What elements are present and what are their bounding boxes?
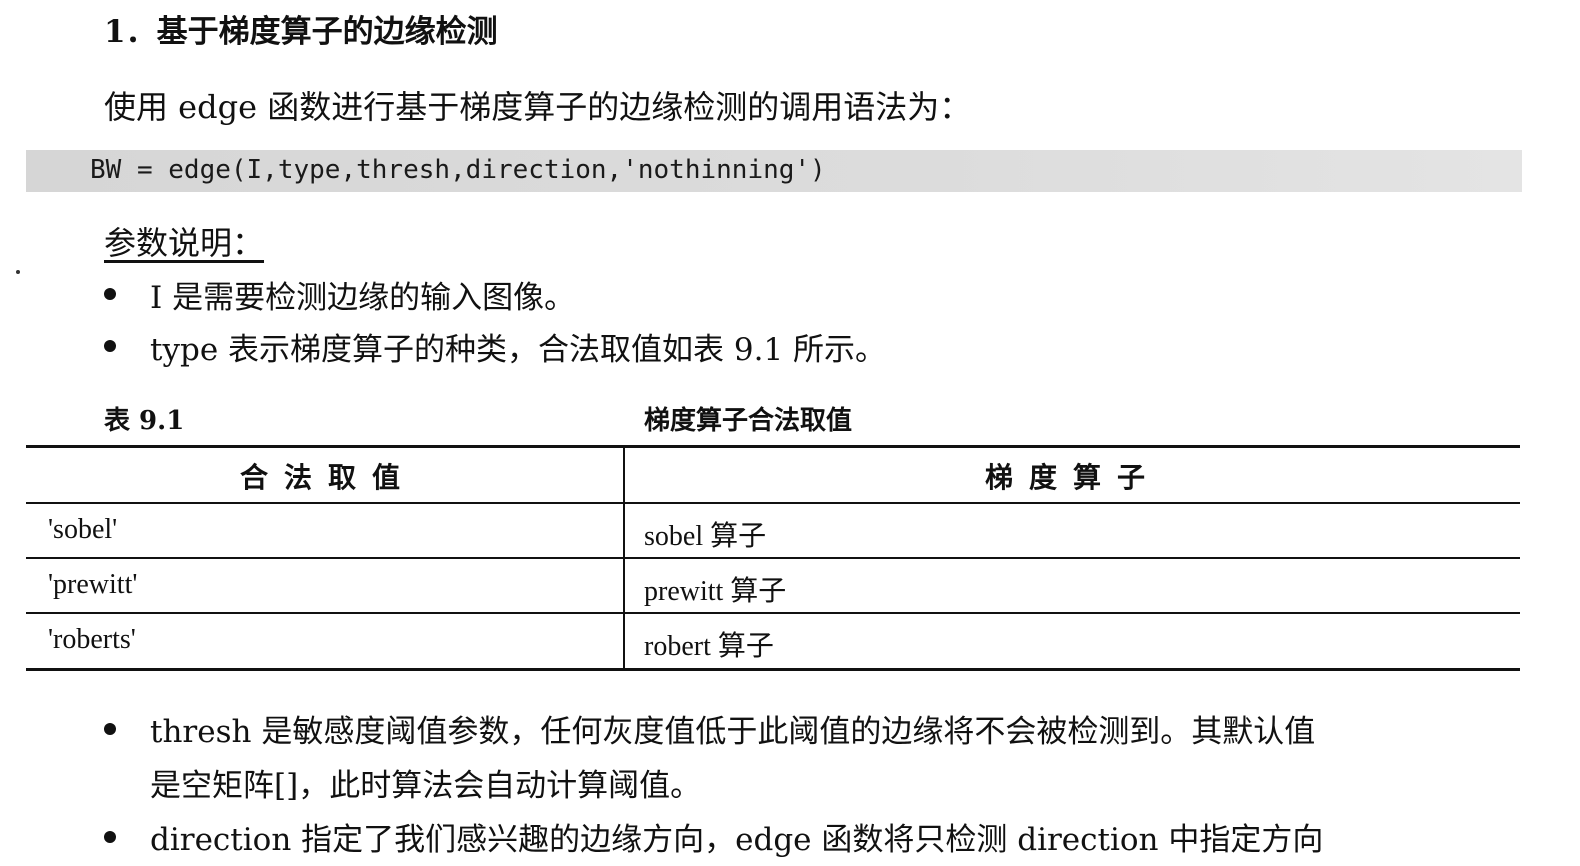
table-caption-number: 表 9.1 xyxy=(104,406,185,436)
bullet-dot xyxy=(104,340,116,352)
table-cell-value: 'prewitt' xyxy=(48,569,138,600)
table-cell-operator: sobel 算子 xyxy=(644,521,767,552)
table-row-rule xyxy=(26,612,1520,614)
table-cell-value: 'sobel' xyxy=(48,514,118,545)
bullet-thresh-line2: 是空矩阵[]，此时算法会自动计算阈值。 xyxy=(150,768,702,804)
bullet-direction-line1: direction 指定了我们感兴趣的边缘方向，edge 函数将只检测 dire… xyxy=(150,822,1324,858)
table-header-legal-values: 合法取值 xyxy=(240,461,417,494)
table-cell-operator: prewitt 算子 xyxy=(644,576,787,607)
scan-speck xyxy=(16,270,20,274)
bullet-type: type 表示梯度算子的种类，合法取值如表 9.1 所示。 xyxy=(150,332,887,368)
section-title: 1．基于梯度算子的边缘检测 xyxy=(104,14,498,50)
bullet-input-image: I 是需要检测边缘的输入图像。 xyxy=(150,280,576,316)
table-cell-operator: robert 算子 xyxy=(644,631,774,662)
table-header-rule xyxy=(26,502,1520,504)
code-syntax-line: BW = edge(I,type,thresh,direction,'nothi… xyxy=(90,155,826,185)
table-cell-value: 'roberts' xyxy=(48,624,136,655)
intro-paragraph: 使用 edge 函数进行基于梯度算子的边缘检测的调用语法为： xyxy=(104,88,972,126)
table-bottom-rule xyxy=(26,668,1520,671)
table-caption-title: 梯度算子合法取值 xyxy=(644,406,853,436)
table-top-rule xyxy=(26,445,1520,448)
bullet-thresh-line1: thresh 是敏感度阈值参数，任何灰度值低于此阈值的边缘将不会被检测到。其默认… xyxy=(150,714,1316,750)
parameters-heading: 参数说明： xyxy=(104,224,265,262)
table-row-rule xyxy=(26,557,1520,559)
bullet-dot xyxy=(104,288,116,300)
bullet-dot xyxy=(104,723,116,735)
bullet-dot xyxy=(104,831,116,843)
table-header-operator: 梯度算子 xyxy=(985,461,1162,494)
table-column-divider xyxy=(623,446,625,669)
